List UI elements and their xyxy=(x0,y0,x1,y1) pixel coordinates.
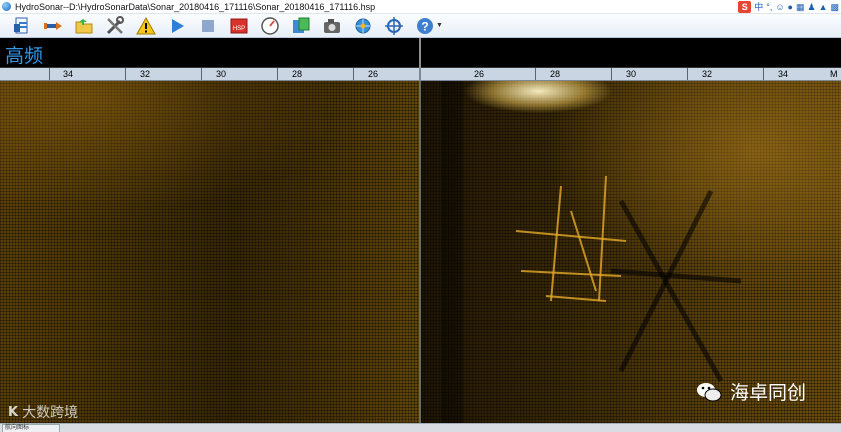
ime-smiley-icon[interactable]: ☺ xyxy=(775,1,784,13)
ruler-tick-mark xyxy=(201,68,202,80)
status-cell[interactable]: 航向图标 xyxy=(2,424,60,432)
ruler-tick-mark xyxy=(687,68,688,80)
ruler-tick-mark xyxy=(763,68,764,80)
export-icon[interactable] xyxy=(289,15,313,37)
ruler-left-tick: 28 xyxy=(292,69,303,79)
ime-keyboard-icon[interactable]: ▦ xyxy=(796,1,805,13)
sonar-starboard-channel[interactable] xyxy=(421,81,841,423)
watermark-left-text: 大数跨境 xyxy=(22,405,79,421)
hsp-save-icon[interactable]: HSP xyxy=(227,15,251,37)
toolbar: HSP ? ▼ xyxy=(0,14,841,38)
channel-label: 高频 xyxy=(5,45,44,67)
ime-lang[interactable]: 中 xyxy=(754,1,763,13)
ruler-tick-mark xyxy=(49,68,50,80)
watermark-left: K 大数跨境 xyxy=(8,402,78,422)
stop-icon[interactable] xyxy=(196,15,220,37)
tools-icon[interactable] xyxy=(103,15,127,37)
ime-shirt-icon[interactable]: ▲ xyxy=(819,1,828,13)
pointer-tool-icon[interactable] xyxy=(41,15,65,37)
play-icon[interactable] xyxy=(165,15,189,37)
channel-banner: 高频 xyxy=(0,38,841,68)
ime-punct[interactable]: °, xyxy=(766,1,772,13)
ruler-right-tick: 30 xyxy=(626,69,637,79)
status-bar: 航向图标 xyxy=(0,423,841,432)
ruler-unit: M xyxy=(830,69,838,79)
ime-toolbar[interactable]: S 中 °, ☺ ● ▦ ♟ ▲ ▩ xyxy=(738,0,839,14)
help-icon[interactable]: ? xyxy=(413,15,437,37)
open-file-icon[interactable] xyxy=(10,15,34,37)
ruler-right-tick: 32 xyxy=(702,69,713,79)
ruler-divider xyxy=(419,68,421,81)
globe-settings-icon[interactable] xyxy=(351,15,375,37)
wechat-icon xyxy=(697,382,722,401)
ruler-right-tick: 34 xyxy=(778,69,789,79)
ruler-left-tick: 34 xyxy=(63,69,74,79)
range-ruler: 34 32 30 28 26 26 28 30 32 34 M xyxy=(0,68,841,81)
ime-grid-icon[interactable]: ▩ xyxy=(830,1,839,13)
hsp-label: HSP xyxy=(233,26,245,32)
warning-icon[interactable] xyxy=(134,15,158,37)
app-icon xyxy=(2,2,11,11)
sonar-target-overlay xyxy=(441,81,742,423)
ruler-tick-mark xyxy=(535,68,536,80)
sonar-port-channel[interactable] xyxy=(0,81,419,423)
ruler-left-tick: 26 xyxy=(368,69,379,79)
watermark-right: 海卓同创 xyxy=(696,378,806,405)
ruler-right-tick: 26 xyxy=(474,69,485,79)
ruler-tick-mark xyxy=(611,68,612,80)
watermark-logo: K xyxy=(8,404,19,420)
window-title: HydroSonar--D:\HydroSonarData\Sonar_2018… xyxy=(15,1,376,12)
ruler-right-tick: 28 xyxy=(550,69,561,79)
title-bar: HydroSonar--D:\HydroSonarData\Sonar_2018… xyxy=(0,0,841,14)
svg-text:?: ? xyxy=(421,19,428,33)
ruler-left-tick: 30 xyxy=(216,69,227,79)
help-dropdown-icon[interactable]: ▼ xyxy=(436,22,443,29)
ruler-tick-mark xyxy=(125,68,126,80)
ime-user-icon[interactable]: ♟ xyxy=(807,1,815,13)
camera-icon[interactable] xyxy=(320,15,344,37)
banner-divider xyxy=(419,38,421,68)
ruler-tick-mark xyxy=(277,68,278,80)
ime-mic-icon[interactable]: ● xyxy=(788,1,793,13)
ruler-tick-mark xyxy=(353,68,354,80)
ruler-left-tick: 32 xyxy=(140,69,151,79)
folder-icon[interactable] xyxy=(72,15,96,37)
watermark-right-text: 海卓同创 xyxy=(730,382,807,404)
sogou-icon[interactable]: S xyxy=(738,1,752,13)
target-icon[interactable] xyxy=(382,15,406,37)
gauge-icon[interactable] xyxy=(258,15,282,37)
